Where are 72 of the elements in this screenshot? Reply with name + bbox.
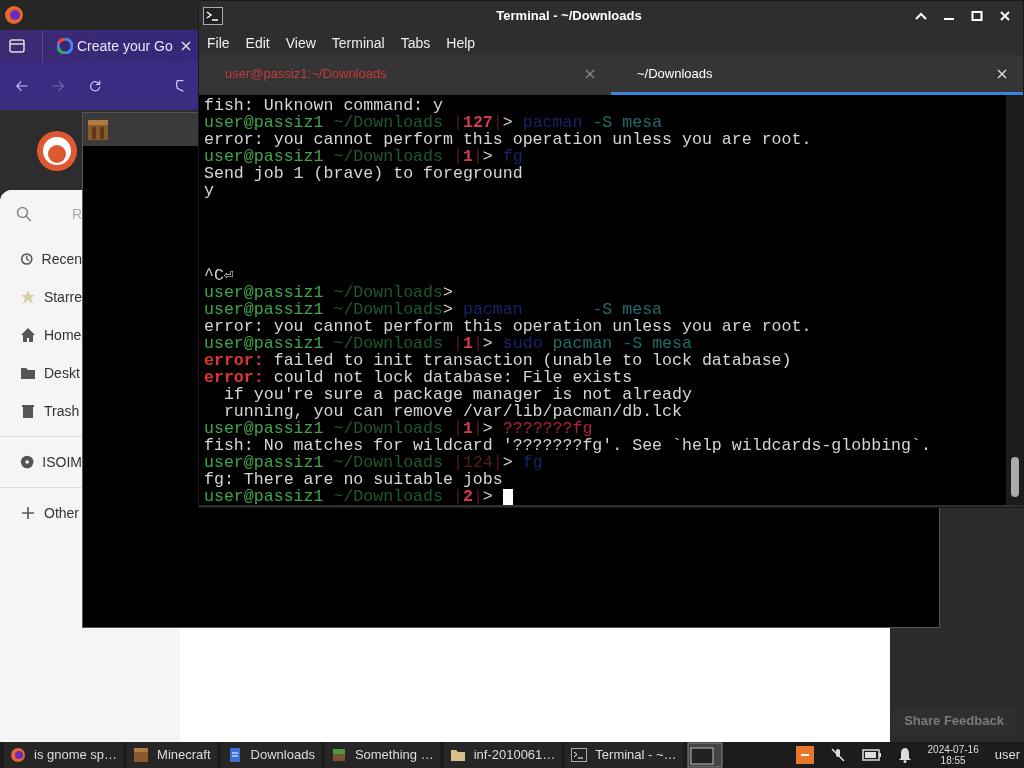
- menu-item[interactable]: File: [207, 32, 230, 54]
- terminal-line: user@passiz1 ~/Downloads |1|> sudo pacman -S mesa: [204, 335, 692, 352]
- battery-icon[interactable]: [861, 749, 882, 761]
- sidebar-item[interactable]: Other: [0, 494, 82, 532]
- microphone-muted-icon[interactable]: [829, 747, 846, 763]
- taskbar-button[interactable]: inf-2010061…: [443, 742, 562, 768]
- search-icon[interactable]: [16, 206, 32, 222]
- browser-icon[interactable]: [4, 5, 24, 25]
- taskbar-button[interactable]: Something …: [324, 742, 440, 768]
- clock[interactable]: 2024-07-16 18:55: [927, 744, 979, 766]
- terminal-line: user@passiz1 ~/Downloads |127|> pacman -S mesa: [204, 114, 663, 131]
- shade-icon[interactable]: [915, 11, 927, 21]
- notification-bell-icon[interactable]: [897, 747, 912, 763]
- terminal-line: ^C⏎: [204, 267, 234, 284]
- scrollbar[interactable]: [1006, 95, 1023, 505]
- terminal-line: fg: There are no suitable jobs: [204, 471, 503, 488]
- browser-icon: [10, 747, 26, 763]
- terminal-line: user@passiz1 ~/Downloads |124|> fg: [204, 454, 543, 471]
- menu-item[interactable]: Help: [446, 32, 476, 54]
- terminal-line: user@passiz1 ~/Downloads> pacman -S mesa: [204, 301, 663, 318]
- folder-icon: [449, 747, 466, 763]
- terminal-line: user@passiz1 ~/Downloads |1|> ???????fg: [204, 420, 593, 437]
- terminal-line: fish: No matches for wildcard '???????fg'. See `help wildcards-globbing`.: [204, 437, 931, 454]
- google-icon: [57, 38, 73, 54]
- terminal-line: error: you cannot perform this operation unless you are root.: [204, 318, 812, 335]
- taskbar-button[interactable]: Minecraft: [127, 742, 217, 768]
- user-label[interactable]: user: [994, 745, 1020, 765]
- terminal-line: error: could not lock database: File exists: [204, 369, 633, 386]
- reload-icon[interactable]: [88, 78, 101, 94]
- menu-item[interactable]: View: [285, 32, 316, 54]
- menu-item[interactable]: Edit: [245, 32, 270, 54]
- taskbar-button[interactable]: is gnome sp…: [4, 742, 124, 768]
- shield-icon[interactable]: [174, 77, 184, 95]
- taskbar-button[interactable]: Downloads: [220, 742, 321, 768]
- crafting-table-icon: [87, 118, 109, 141]
- duck-logo-icon: [36, 130, 78, 172]
- tab-list-icon[interactable]: [8, 38, 26, 54]
- workspace-switcher[interactable]: [686, 742, 723, 768]
- folder-icon: [20, 365, 36, 381]
- star-icon: [20, 289, 36, 305]
- home-icon: [20, 327, 36, 343]
- terminal-line: error: failed to init transaction (unable to lock database): [204, 352, 792, 369]
- terminal-line: fish: Unknown command: y: [204, 97, 443, 114]
- taskbar-button[interactable]: Terminal - ~…: [565, 742, 683, 768]
- disc-icon: [20, 454, 35, 470]
- terminal-line: user@passiz1 ~/Downloads>: [204, 284, 453, 301]
- crafting-table-icon: [133, 747, 150, 763]
- menu-item[interactable]: Tabs: [400, 32, 431, 54]
- trash-icon: [20, 403, 36, 419]
- sidebar-item[interactable]: ISOIM: [0, 443, 82, 481]
- menu-item[interactable]: Terminal: [331, 32, 385, 54]
- terminal-line: y: [204, 182, 214, 199]
- app-indicator-icon[interactable]: [795, 746, 814, 764]
- grass-block-icon: [330, 747, 347, 763]
- terminal-line: Send job 1 (brave) to foreground: [204, 165, 523, 182]
- sidebar-item[interactable]: Home: [0, 316, 82, 354]
- maximize-icon[interactable]: [971, 11, 983, 21]
- terminal-line: if you're sure a package manager is not already: [222, 386, 692, 403]
- terminal-line: error: you cannot perform this operation unless you are root.: [204, 131, 812, 148]
- sidebar-item[interactable]: Starre: [0, 278, 82, 316]
- plus-icon: [20, 505, 36, 521]
- terminal-line: user@passiz1 ~/Downloads |2|>: [204, 488, 494, 505]
- terminal-line: user@passiz1 ~/Downloads |1|> fg: [204, 148, 523, 165]
- sidebar-item[interactable]: Recen: [0, 240, 82, 278]
- window-title: Terminal - ~/Downloads: [496, 8, 642, 24]
- clock-history-icon: [20, 251, 34, 267]
- sidebar-item[interactable]: Deskt: [0, 354, 82, 392]
- terminal-icon: [203, 7, 223, 25]
- terminal-icon: [571, 747, 588, 763]
- terminal-line: running, you can remove /var/lib/pacman/db.lck: [222, 403, 682, 420]
- back-icon[interactable]: [16, 79, 29, 93]
- sidebar-item[interactable]: Trash: [0, 392, 82, 430]
